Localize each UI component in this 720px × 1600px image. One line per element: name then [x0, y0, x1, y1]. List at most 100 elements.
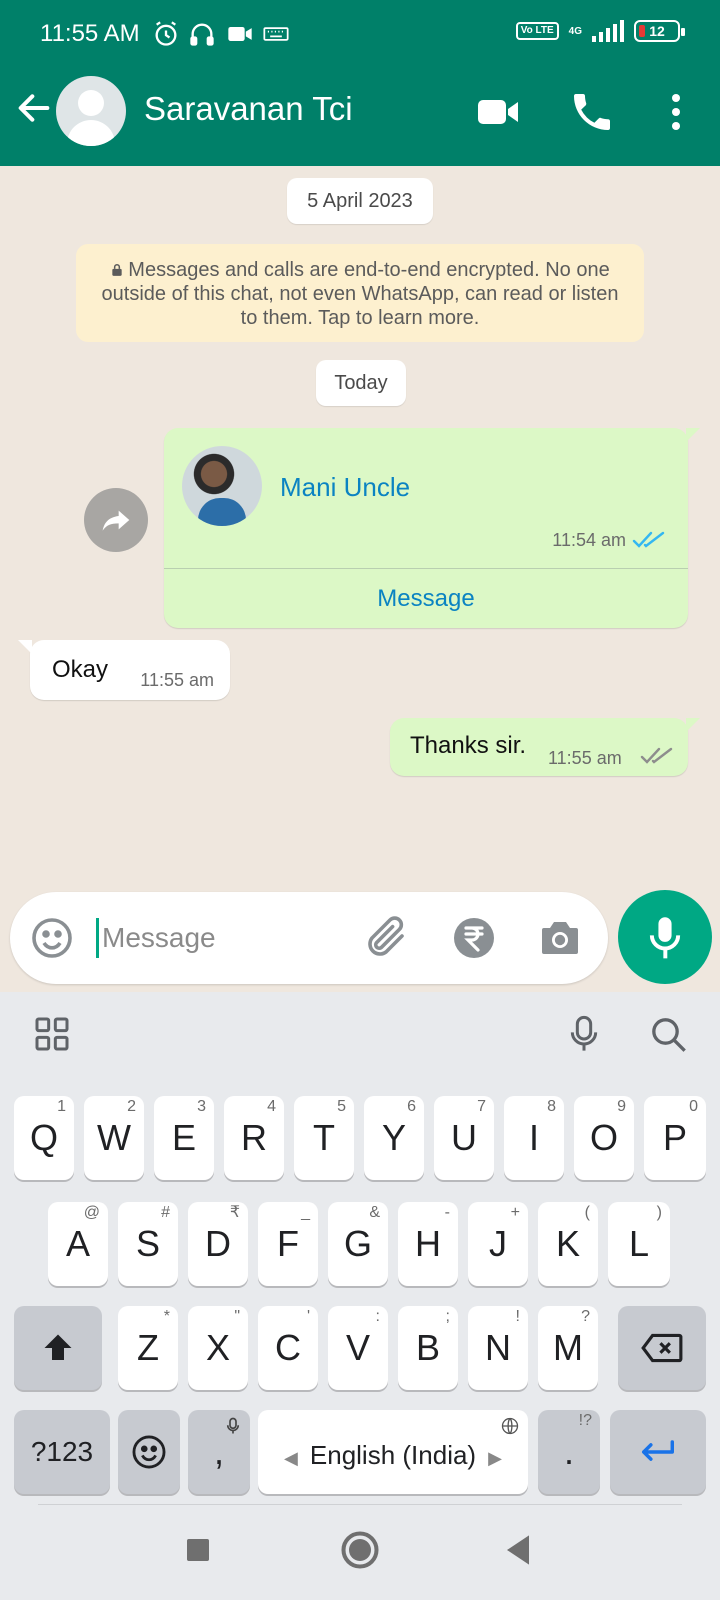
chevron-left-icon: ◀ [284, 1448, 298, 1468]
comma-key[interactable]: , [188, 1410, 250, 1494]
key-t[interactable]: 5T [294, 1096, 354, 1180]
chat-area[interactable]: 5 April 2023 Messages and calls are end-… [0, 166, 720, 991]
encryption-text: Messages and calls are end-to-end encryp… [101, 259, 619, 329]
forward-button[interactable] [84, 488, 148, 552]
voice-record-button[interactable] [618, 890, 712, 984]
battery-icon: 12 [634, 20, 685, 42]
key-i[interactable]: 8I [504, 1096, 564, 1180]
key-j[interactable]: + J [468, 1202, 528, 1286]
lock-icon [112, 264, 122, 276]
message-time: 11:54 am [552, 530, 626, 550]
mic-hint-icon [226, 1417, 240, 1434]
key-f[interactable]: _ F [258, 1202, 318, 1286]
recents-icon[interactable] [176, 1528, 220, 1572]
key-r[interactable]: 4R [224, 1096, 284, 1180]
backspace-icon [641, 1333, 683, 1363]
video-icon [228, 27, 252, 41]
backspace-key[interactable] [618, 1306, 706, 1390]
home-icon[interactable] [338, 1528, 382, 1572]
battery-level: 12 [649, 23, 665, 39]
key-a[interactable]: @ A [48, 1202, 108, 1286]
key-p[interactable]: 0P [644, 1096, 706, 1180]
rupee-payment-icon[interactable] [450, 914, 498, 962]
key-h[interactable]: -H [398, 1202, 458, 1286]
emoji-icon [132, 1435, 166, 1469]
voice-input-icon[interactable] [564, 1014, 604, 1054]
key-m[interactable]: ? M [538, 1306, 598, 1390]
message-time: 11:55 am [548, 748, 622, 768]
date-divider: 5 April 2023 [287, 178, 433, 224]
keyboard-divider [38, 1504, 682, 1505]
chevron-right-icon: ▶ [488, 1448, 502, 1468]
message-time: 11:55 am [140, 670, 214, 690]
key-d[interactable]: ₹ D [188, 1202, 248, 1286]
period-key[interactable]: !?. [538, 1410, 600, 1494]
encryption-notice[interactable]: Messages and calls are end-to-end encryp… [76, 244, 644, 342]
read-ticks-icon [632, 531, 665, 548]
key-l[interactable]: ) L [608, 1202, 670, 1286]
search-icon[interactable] [648, 1014, 688, 1054]
attach-icon[interactable] [362, 914, 410, 962]
key-v[interactable]: :V [328, 1306, 388, 1390]
contact-card-message[interactable]: Mani Uncle 11:54 am Message [164, 428, 700, 628]
alarm-icon [155, 21, 177, 46]
symbols-key[interactable]: ?123 [14, 1410, 110, 1494]
message-text: Okay [52, 656, 109, 683]
key-e[interactable]: 3E [154, 1096, 214, 1180]
forward-icon [102, 510, 130, 531]
back-arrow-icon[interactable] [14, 88, 54, 128]
more-options-icon[interactable] [652, 88, 700, 136]
outgoing-message[interactable]: Thanks sir. 11:55 am [390, 718, 700, 776]
delivered-ticks-icon [640, 747, 673, 764]
system-nav-bar [0, 1510, 720, 1600]
shift-icon [44, 1334, 72, 1360]
key-b[interactable]: ; B [398, 1306, 458, 1390]
app-bar: Saravanan Tci [0, 68, 720, 166]
message-text: Thanks sir. [410, 732, 527, 759]
key-g[interactable]: & G [328, 1202, 388, 1286]
emoji-icon[interactable] [28, 914, 76, 962]
key-c[interactable]: ' C [258, 1306, 318, 1390]
mic-icon [649, 917, 681, 959]
volte-badge: Vo LTE [515, 22, 559, 40]
network-type: 4G [568, 25, 582, 37]
headphones-icon [190, 23, 214, 46]
camera-icon[interactable] [536, 914, 584, 962]
key-n[interactable]: ! N [468, 1306, 528, 1390]
key-x[interactable]: " X [188, 1306, 248, 1390]
back-nav-icon[interactable] [496, 1528, 540, 1572]
message-composer [10, 892, 608, 984]
keyboard-icon [263, 27, 289, 41]
incoming-message[interactable]: Okay 11:55 am [18, 640, 230, 700]
emoji-key[interactable] [118, 1410, 180, 1494]
signal-icon [592, 20, 624, 42]
message-input[interactable] [102, 914, 322, 962]
key-u[interactable]: 7U [434, 1096, 494, 1180]
enter-icon [642, 1440, 674, 1461]
text-cursor [96, 918, 99, 958]
top-bar: 11:55 AM Vo LTE 4G 12 Saravanan Tci [0, 0, 720, 166]
apps-grid-icon[interactable] [32, 1014, 72, 1054]
contact-name[interactable]: Saravanan Tci [144, 90, 353, 128]
voice-call-icon[interactable] [568, 88, 616, 136]
message-contact-button[interactable]: Message [164, 569, 688, 628]
today-divider: Today [316, 360, 406, 406]
keyboard-toolbar [0, 992, 720, 1080]
key-z[interactable]: * Z [118, 1306, 178, 1390]
contact-card-photo [182, 446, 262, 526]
keyboard: 1Q 2W 3E 4R 5T 6Y 7U 8I 9O 0P @ A # S ₹ D _… [0, 992, 720, 1600]
key-k[interactable]: (K [538, 1202, 598, 1286]
video-call-icon[interactable] [474, 88, 522, 136]
shift-key[interactable] [14, 1306, 102, 1390]
enter-key[interactable] [610, 1410, 706, 1494]
contact-card-name[interactable]: Mani Uncle [280, 472, 410, 503]
status-right: Vo LTE 4G 12 [515, 20, 685, 42]
contact-avatar[interactable] [56, 76, 126, 146]
space-key[interactable]: ◀ English (India) ▶ [258, 1410, 528, 1494]
key-w[interactable]: 2W [84, 1096, 144, 1180]
status-time: 11:55 AM [40, 20, 140, 47]
key-s[interactable]: # S [118, 1202, 178, 1286]
key-o[interactable]: 9O [574, 1096, 634, 1180]
key-q[interactable]: 1Q [14, 1096, 74, 1180]
key-y[interactable]: 6Y [364, 1096, 424, 1180]
